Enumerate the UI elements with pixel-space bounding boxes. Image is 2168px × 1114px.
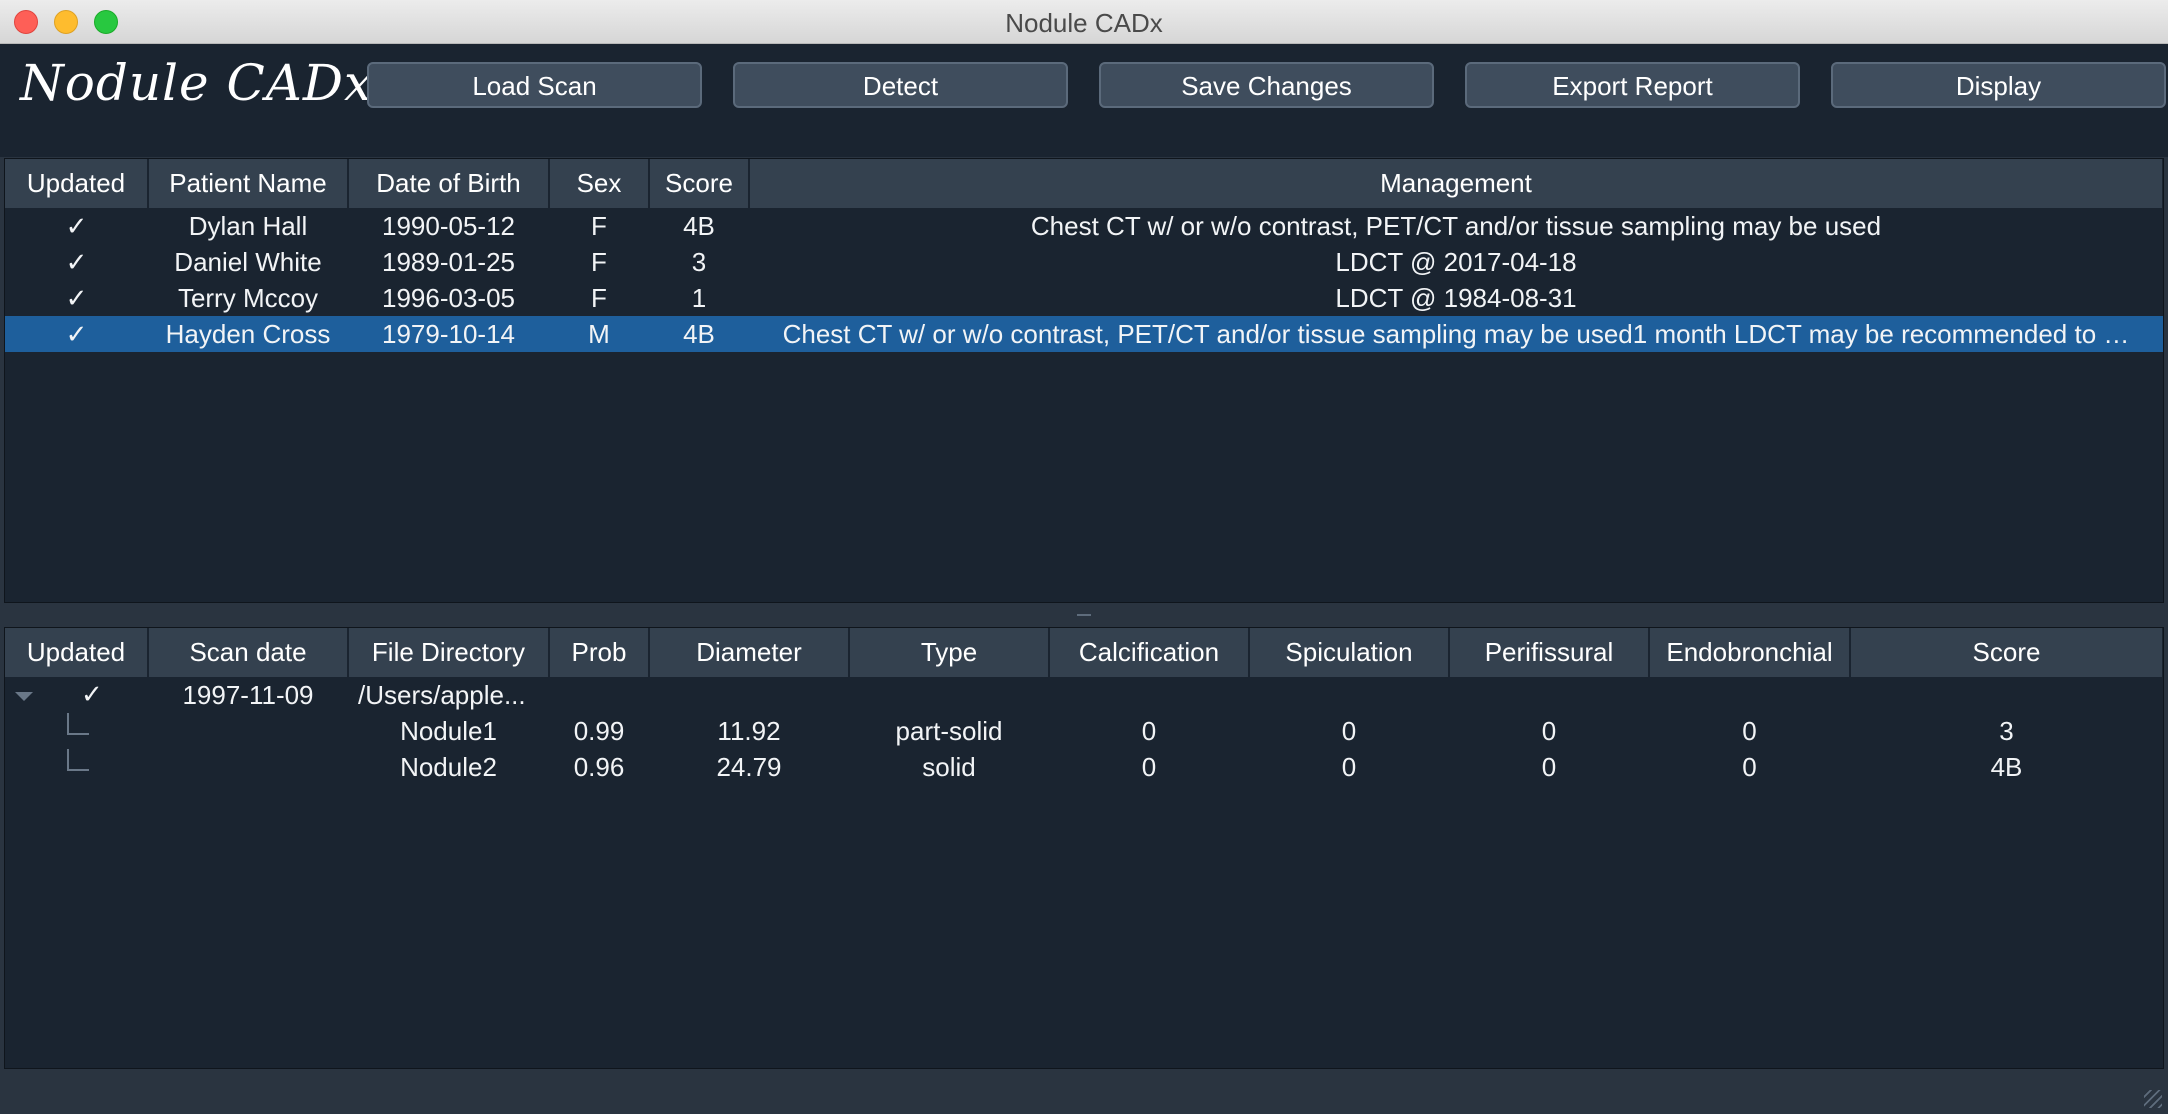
app-logo: Nodule CADx [20,54,374,112]
column-header-score[interactable]: Score [649,159,750,208]
nodule-name-cell: Nodule1 [400,715,497,746]
dob-cell: 1990-05-12 [382,210,515,241]
patient-name-cell: Dylan Hall [188,210,308,241]
endobronchial-cell: 0 [1742,751,1757,782]
endobronchial-cell: 0 [1742,715,1757,746]
prob-cell: 0.96 [573,751,625,782]
file-directory-cell: /Users/apple... [358,679,526,710]
window-title: Nodule CADx [1005,8,1163,38]
save-changes-button[interactable]: Save Changes [1099,62,1434,108]
updated-check-icon: ✓ [65,246,88,277]
column-header-diameter[interactable]: Diameter [649,628,850,677]
tree-branch [5,749,148,785]
sex-cell: F [591,210,607,241]
column-header-spiculation[interactable]: Spiculation [1249,628,1450,677]
patient-table: Updated Patient Name Date of Birth Sex S… [5,159,2163,352]
spiculation-cell: 0 [1341,751,1357,782]
updated-check-icon: ✓ [65,282,88,313]
management-cell: Chest CT w/ or w/o contrast, PET/CT and/… [1030,210,1882,241]
panel-splitter[interactable] [0,603,2168,627]
tree-branch [5,713,148,749]
column-header-type[interactable]: Type [849,628,1050,677]
column-header-file-directory[interactable]: File Directory [348,628,550,677]
patient-table-panel: Updated Patient Name Date of Birth Sex S… [4,158,2164,603]
patient-row[interactable]: ✓ Dylan Hall 1990-05-12 F 4B Chest CT w/… [5,208,2163,244]
dob-cell: 1996-03-05 [382,282,515,313]
type-cell: solid [922,751,976,782]
scan-row[interactable]: ✓ 1997-11-09 /Users/apple... [5,677,2163,713]
score-cell: 3 [1999,715,2014,746]
nodule-row[interactable]: Nodule1 0.99 11.92 part-solid 0 0 0 0 3 [5,713,2163,749]
score-cell: 4B [683,210,715,241]
sex-cell: F [591,246,607,277]
dob-cell: 1979-10-14 [348,316,549,352]
dob-cell: 1989-01-25 [382,246,515,277]
column-header-score[interactable]: Score [1850,628,2163,677]
display-button[interactable]: Display [1831,62,2166,108]
management-cell: Chest CT w/ or w/o contrast, PET/CT and/… [749,316,2163,352]
type-cell: part-solid [895,715,1003,746]
updated-check-icon: ✓ [81,679,103,709]
column-header-perifissural[interactable]: Perifissural [1449,628,1650,677]
diameter-cell: 11.92 [717,715,781,746]
spiculation-cell: 0 [1341,715,1357,746]
column-header-calcification[interactable]: Calcification [1049,628,1250,677]
scan-updated-cell: ✓ [5,677,148,713]
column-header-prob[interactable]: Prob [549,628,650,677]
column-header-scan-date[interactable]: Scan date [148,628,349,677]
detect-button[interactable]: Detect [733,62,1068,108]
app-toolbar: Nodule CADx Load Scan Detect Save Change… [0,44,2168,157]
diameter-cell: 24.79 [716,751,782,782]
sex-cell: M [549,316,649,352]
column-header-patient-name[interactable]: Patient Name [148,159,349,208]
window-titlebar: Nodule CADx [0,0,2168,44]
scan-table: Updated Scan date File Directory Prob Di… [5,628,2163,785]
resize-grip-icon[interactable] [2144,1090,2162,1108]
management-cell: LDCT @ 1984-08-31 [1335,282,1577,313]
perifissural-cell: 0 [1541,751,1557,782]
column-header-endobronchial[interactable]: Endobronchial [1649,628,1851,677]
score-cell: 1 [691,282,707,313]
scan-table-header: Updated Scan date File Directory Prob Di… [5,628,2163,677]
column-header-updated[interactable]: Updated [5,159,149,208]
management-cell: LDCT @ 2017-04-18 [1335,246,1577,277]
nodule-row[interactable]: Nodule2 0.96 24.79 solid 0 0 0 0 4B [5,749,2163,785]
patient-name-cell: Hayden Cross [148,316,348,352]
column-header-management[interactable]: Management [749,159,2163,208]
calcification-cell: 0 [1141,751,1157,782]
sex-cell: F [591,282,607,313]
patient-row-selected[interactable]: ✓ Hayden Cross 1979-10-14 M 4B Chest CT … [5,316,2163,352]
scan-date-cell: 1997-11-09 [182,679,314,710]
updated-check-icon: ✓ [5,316,148,352]
column-header-sex[interactable]: Sex [549,159,650,208]
score-cell: 4B [1990,751,2023,782]
patient-row[interactable]: ✓ Terry Mccoy 1996-03-05 F 1 LDCT @ 1984… [5,280,2163,316]
column-header-updated[interactable]: Updated [5,628,149,677]
score-cell: 3 [691,246,707,277]
patient-name-cell: Terry Mccoy [177,282,319,313]
scan-table-panel: Updated Scan date File Directory Prob Di… [4,627,2164,1069]
load-scan-button[interactable]: Load Scan [367,62,702,108]
tree-branch-line [67,749,89,771]
calcification-cell: 0 [1141,715,1157,746]
column-header-date-of-birth[interactable]: Date of Birth [348,159,550,208]
splitter-grip-icon [1077,614,1091,616]
patient-row[interactable]: ✓ Daniel White 1989-01-25 F 3 LDCT @ 201… [5,244,2163,280]
expand-arrow-icon[interactable] [15,692,33,702]
nodule-name-cell: Nodule2 [400,751,497,782]
updated-check-icon: ✓ [65,210,88,241]
export-report-button[interactable]: Export Report [1465,62,1800,108]
tree-branch-line [67,713,89,735]
status-bar [0,1069,2168,1114]
score-cell: 4B [649,316,749,352]
prob-cell: 0.99 [573,715,625,746]
patient-table-header: Updated Patient Name Date of Birth Sex S… [5,159,2163,208]
perifissural-cell: 0 [1541,715,1557,746]
patient-name-cell: Daniel White [174,246,322,277]
